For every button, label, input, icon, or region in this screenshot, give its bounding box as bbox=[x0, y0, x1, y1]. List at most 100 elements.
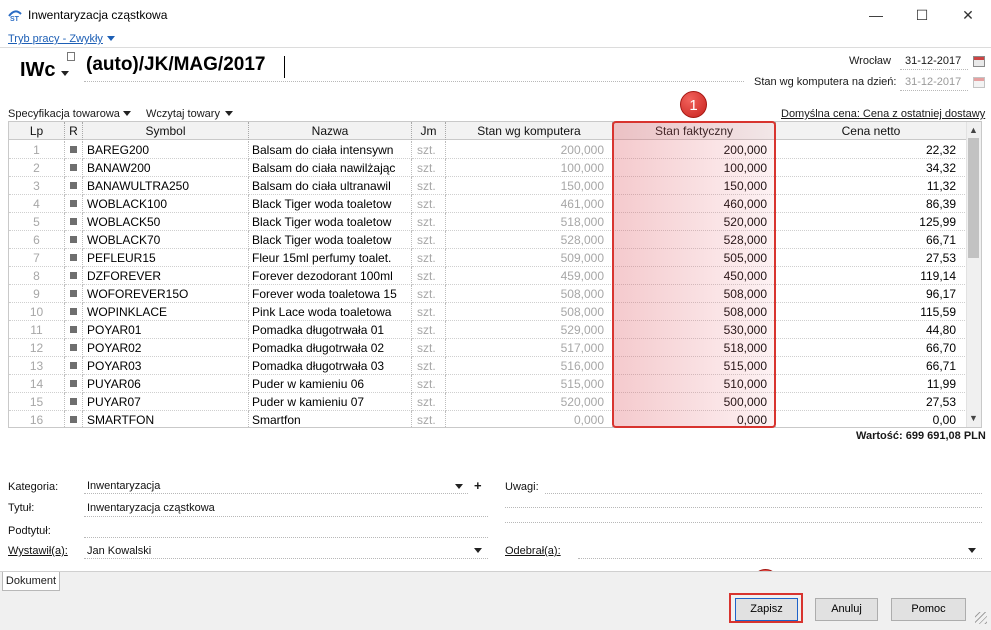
actual-stock-cell[interactable]: 508,000 bbox=[613, 303, 776, 321]
actual-stock-cell[interactable]: 460,000 bbox=[613, 195, 776, 213]
actual-stock-cell[interactable]: 520,000 bbox=[613, 213, 776, 231]
symbol-cell[interactable]: SMARTFON bbox=[83, 411, 249, 427]
table-row[interactable]: 9 WOFOREVER15O Forever woda toaletowa 15… bbox=[9, 285, 967, 303]
symbol-cell[interactable]: POYAR03 bbox=[83, 357, 249, 375]
name-cell[interactable]: Black Tiger woda toaletow bbox=[249, 195, 412, 213]
scrollbar-thumb[interactable] bbox=[968, 138, 979, 258]
subtitle-input[interactable] bbox=[84, 522, 488, 536]
chevron-down-icon[interactable] bbox=[474, 548, 482, 553]
name-cell[interactable]: Balsam do ciała nawilżając bbox=[249, 159, 412, 177]
load-goods-menu[interactable]: Wczytaj towary bbox=[146, 108, 220, 120]
symbol-cell[interactable]: WOBLACK100 bbox=[83, 195, 249, 213]
table-row[interactable]: 13 POYAR03 Pomadka długotrwała 03 szt. 5… bbox=[9, 357, 967, 375]
actual-stock-cell[interactable]: 510,000 bbox=[613, 375, 776, 393]
symbol-cell[interactable]: WOBLACK50 bbox=[83, 213, 249, 231]
net-price-cell[interactable]: 22,32 bbox=[776, 141, 967, 159]
column-header-lp[interactable]: Lp bbox=[9, 122, 65, 140]
title-input[interactable]: Inwentaryzacja cząstkowa bbox=[87, 502, 215, 514]
column-header-r[interactable]: R bbox=[65, 122, 83, 140]
stock-date-input[interactable]: 31-12-2017 bbox=[905, 76, 961, 88]
actual-stock-cell[interactable]: 530,000 bbox=[613, 321, 776, 339]
table-row[interactable]: 14 PUYAR06 Puder w kamieniu 06 szt. 515,… bbox=[9, 375, 967, 393]
chevron-down-icon[interactable] bbox=[107, 36, 115, 41]
issued-by-label[interactable]: Wystawił(a): bbox=[8, 545, 68, 557]
received-by-label[interactable]: Odebrał(a): bbox=[505, 545, 561, 557]
column-header-actual-stock[interactable]: Stan faktyczny bbox=[613, 122, 776, 140]
calendar-icon[interactable] bbox=[973, 56, 985, 67]
document-date-input[interactable]: 31-12-2017 bbox=[905, 55, 961, 67]
net-price-cell[interactable]: 96,17 bbox=[776, 285, 967, 303]
net-price-cell[interactable]: 66,71 bbox=[776, 357, 967, 375]
received-by-select[interactable] bbox=[578, 542, 982, 558]
chevron-down-icon[interactable] bbox=[968, 548, 976, 553]
table-row[interactable]: 11 POYAR01 Pomadka długotrwała 01 szt. 5… bbox=[9, 321, 967, 339]
cancel-button[interactable]: Anuluj bbox=[815, 598, 878, 621]
table-row[interactable]: 8 DZFOREVER Forever dezodorant 100ml szt… bbox=[9, 267, 967, 285]
default-price-link[interactable]: Domyślna cena: Cena z ostatniej dostawy bbox=[781, 108, 985, 120]
symbol-cell[interactable]: POYAR01 bbox=[83, 321, 249, 339]
table-row[interactable]: 5 WOBLACK50 Black Tiger woda toaletow sz… bbox=[9, 213, 967, 231]
net-price-cell[interactable]: 119,14 bbox=[776, 267, 967, 285]
document-type-selector[interactable]: IWc bbox=[20, 59, 56, 82]
tab-document[interactable]: Dokument bbox=[2, 572, 60, 591]
name-cell[interactable]: Pomadka długotrwała 03 bbox=[249, 357, 412, 375]
symbol-cell[interactable]: WOBLACK70 bbox=[83, 231, 249, 249]
name-cell[interactable]: Pomadka długotrwała 01 bbox=[249, 321, 412, 339]
scroll-up-icon[interactable]: ▲ bbox=[966, 123, 981, 137]
net-price-cell[interactable]: 66,71 bbox=[776, 231, 967, 249]
actual-stock-cell[interactable]: 200,000 bbox=[613, 141, 776, 159]
net-price-cell[interactable]: 115,59 bbox=[776, 303, 967, 321]
column-header-name[interactable]: Nazwa bbox=[249, 122, 412, 140]
symbol-cell[interactable]: BANAW200 bbox=[83, 159, 249, 177]
net-price-cell[interactable]: 27,53 bbox=[776, 249, 967, 267]
table-row[interactable]: 12 POYAR02 Pomadka długotrwała 02 szt. 5… bbox=[9, 339, 967, 357]
resize-grip-icon[interactable] bbox=[975, 612, 987, 624]
name-cell[interactable]: Black Tiger woda toaletow bbox=[249, 213, 412, 231]
actual-stock-cell[interactable]: 518,000 bbox=[613, 339, 776, 357]
table-row[interactable]: 4 WOBLACK100 Black Tiger woda toaletow s… bbox=[9, 195, 967, 213]
actual-stock-cell[interactable]: 528,000 bbox=[613, 231, 776, 249]
actual-stock-cell[interactable]: 508,000 bbox=[613, 285, 776, 303]
column-header-symbol[interactable]: Symbol bbox=[83, 122, 249, 140]
scroll-down-icon[interactable]: ▼ bbox=[966, 411, 981, 425]
actual-stock-cell[interactable]: 450,000 bbox=[613, 267, 776, 285]
actual-stock-cell[interactable]: 150,000 bbox=[613, 177, 776, 195]
table-row[interactable]: 3 BANAWULTRA250 Balsam do ciała ultranaw… bbox=[9, 177, 967, 195]
name-cell[interactable]: Puder w kamieniu 07 bbox=[249, 393, 412, 411]
name-cell[interactable]: Smartfon bbox=[249, 411, 412, 427]
table-row[interactable]: 10 WOPINKLACE Pink Lace woda toaletowa s… bbox=[9, 303, 967, 321]
symbol-cell[interactable]: PEFLEUR15 bbox=[83, 249, 249, 267]
net-price-cell[interactable]: 44,80 bbox=[776, 321, 967, 339]
minimize-button[interactable]: — bbox=[853, 0, 899, 30]
name-cell[interactable]: Pink Lace woda toaletowa bbox=[249, 303, 412, 321]
name-cell[interactable]: Balsam do ciała ultranawil bbox=[249, 177, 412, 195]
name-cell[interactable]: Puder w kamieniu 06 bbox=[249, 375, 412, 393]
symbol-cell[interactable]: PUYAR06 bbox=[83, 375, 249, 393]
calendar-icon[interactable] bbox=[973, 77, 985, 88]
table-row[interactable]: 2 BANAW200 Balsam do ciała nawilżając sz… bbox=[9, 159, 967, 177]
chevron-down-icon[interactable] bbox=[455, 484, 463, 489]
notes-input[interactable] bbox=[545, 478, 982, 518]
table-row[interactable]: 15 PUYAR07 Puder w kamieniu 07 szt. 520,… bbox=[9, 393, 967, 411]
chevron-down-icon[interactable] bbox=[61, 71, 69, 76]
symbol-cell[interactable]: WOPINKLACE bbox=[83, 303, 249, 321]
close-button[interactable]: ✕ bbox=[945, 0, 991, 30]
symbol-cell[interactable]: BANAWULTRA250 bbox=[83, 177, 249, 195]
net-price-cell[interactable]: 86,39 bbox=[776, 195, 967, 213]
table-row[interactable]: 1 BAREG200 Balsam do ciała intensywn szt… bbox=[9, 141, 967, 159]
net-price-cell[interactable]: 125,99 bbox=[776, 213, 967, 231]
net-price-cell[interactable]: 11,99 bbox=[776, 375, 967, 393]
document-number-input[interactable]: (auto)/JK/MAG/2017 bbox=[86, 54, 265, 76]
maximize-button[interactable]: ☐ bbox=[899, 0, 945, 30]
net-price-cell[interactable]: 11,32 bbox=[776, 177, 967, 195]
net-price-cell[interactable]: 66,70 bbox=[776, 339, 967, 357]
actual-stock-cell[interactable]: 0,000 bbox=[613, 411, 776, 427]
issued-by-select[interactable]: Jan Kowalski bbox=[87, 545, 151, 557]
symbol-cell[interactable]: PUYAR07 bbox=[83, 393, 249, 411]
net-price-cell[interactable]: 34,32 bbox=[776, 159, 967, 177]
chevron-down-icon[interactable] bbox=[123, 111, 131, 116]
symbol-cell[interactable]: DZFOREVER bbox=[83, 267, 249, 285]
actual-stock-cell[interactable]: 515,000 bbox=[613, 357, 776, 375]
column-header-net-price[interactable]: Cena netto bbox=[776, 122, 967, 140]
add-category-icon[interactable]: + bbox=[474, 478, 482, 493]
